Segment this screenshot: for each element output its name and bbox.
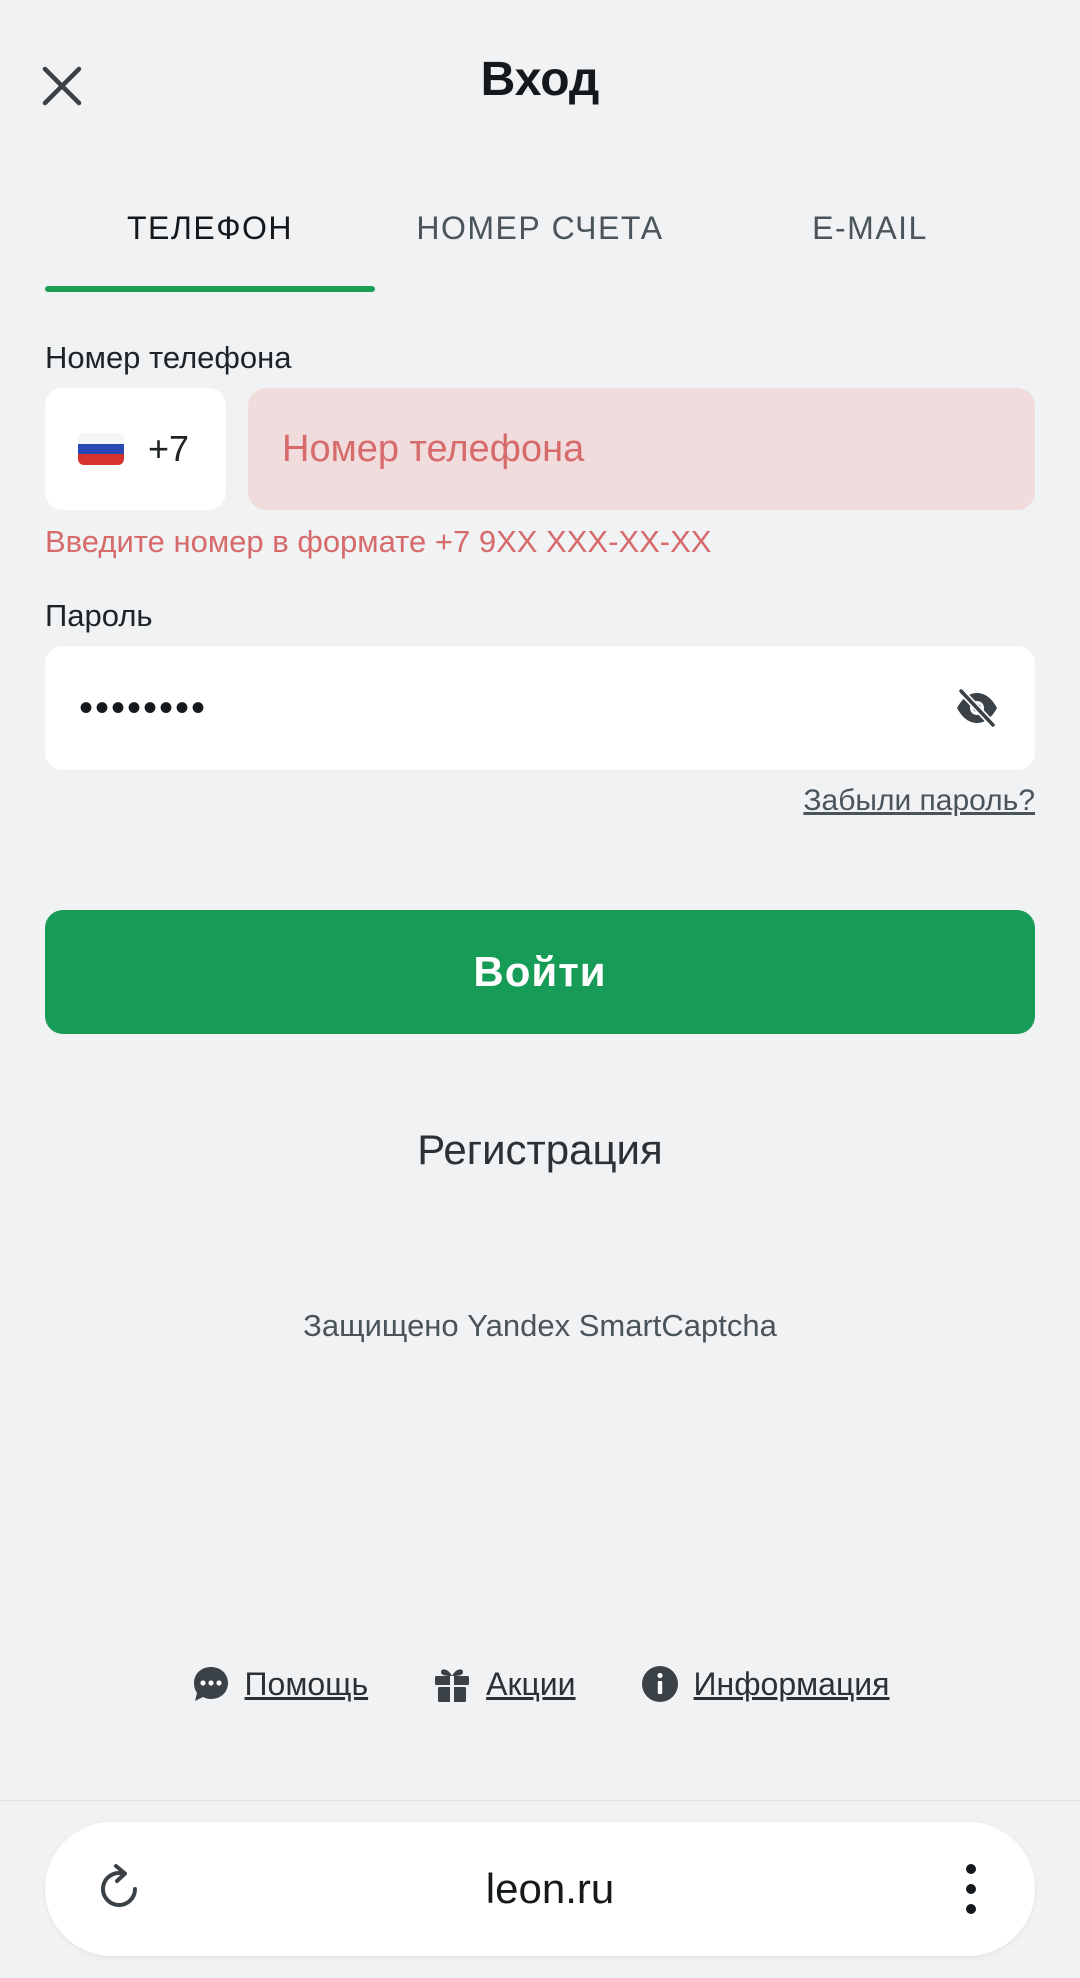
information-link-label: Информация <box>693 1665 890 1702</box>
russia-flag-icon <box>78 433 124 465</box>
password-field <box>45 646 1035 770</box>
promotions-link[interactable]: Акции <box>432 1664 576 1704</box>
eye-off-icon <box>957 688 997 728</box>
chat-icon <box>193 1667 228 1701</box>
reload-icon <box>101 1864 137 1907</box>
login-page: Вход ТЕЛЕФОН НОМЕР СЧЕТА E-MAIL Номер те… <box>0 0 1080 1978</box>
help-link[interactable]: Помощь <box>191 1664 369 1704</box>
login-button[interactable]: Войти <box>45 910 1035 1034</box>
toggle-password-visibility-button[interactable] <box>953 684 1001 732</box>
login-method-tabs: ТЕЛЕФОН НОМЕР СЧЕТА E-MAIL <box>45 200 1035 292</box>
password-label: Пароль <box>45 598 153 633</box>
country-code: +7 <box>148 428 190 469</box>
promotions-link-label: Акции <box>486 1665 576 1702</box>
browser-address-bar: leon.ru <box>45 1822 1035 1956</box>
captcha-note: Защищено Yandex SmartCaptcha <box>303 1308 777 1343</box>
url-text[interactable]: leon.ru <box>149 1865 951 1913</box>
tab-phone[interactable]: ТЕЛЕФОН <box>45 200 375 292</box>
country-code-select[interactable]: +7 <box>45 388 226 510</box>
phone-label: Номер телефона <box>45 340 292 375</box>
phone-input[interactable] <box>248 388 1035 510</box>
forgot-password-link[interactable]: Забыли пароль? <box>803 784 1035 818</box>
information-link[interactable]: Информация <box>640 1664 890 1704</box>
help-link-label: Помощь <box>244 1665 369 1702</box>
footer-links: Помощь Акции Информация <box>0 1664 1080 1704</box>
password-input[interactable] <box>79 646 953 770</box>
divider <box>0 1800 1080 1801</box>
browser-menu-button[interactable] <box>951 1859 991 1919</box>
page-title: Вход <box>480 53 600 106</box>
more-vertical-icon <box>966 1864 976 1914</box>
phone-error-message: Введите номер в формате +7 9XX XXX-XX-XX <box>45 524 712 559</box>
reload-button[interactable] <box>89 1859 149 1919</box>
gift-icon <box>435 1669 470 1702</box>
tab-account-number[interactable]: НОМЕР СЧЕТА <box>375 200 705 292</box>
tab-email[interactable]: E-MAIL <box>705 200 1035 292</box>
register-link[interactable]: Регистрация <box>0 1126 1080 1174</box>
phone-row: +7 <box>45 388 1035 510</box>
info-icon <box>641 1666 678 1702</box>
